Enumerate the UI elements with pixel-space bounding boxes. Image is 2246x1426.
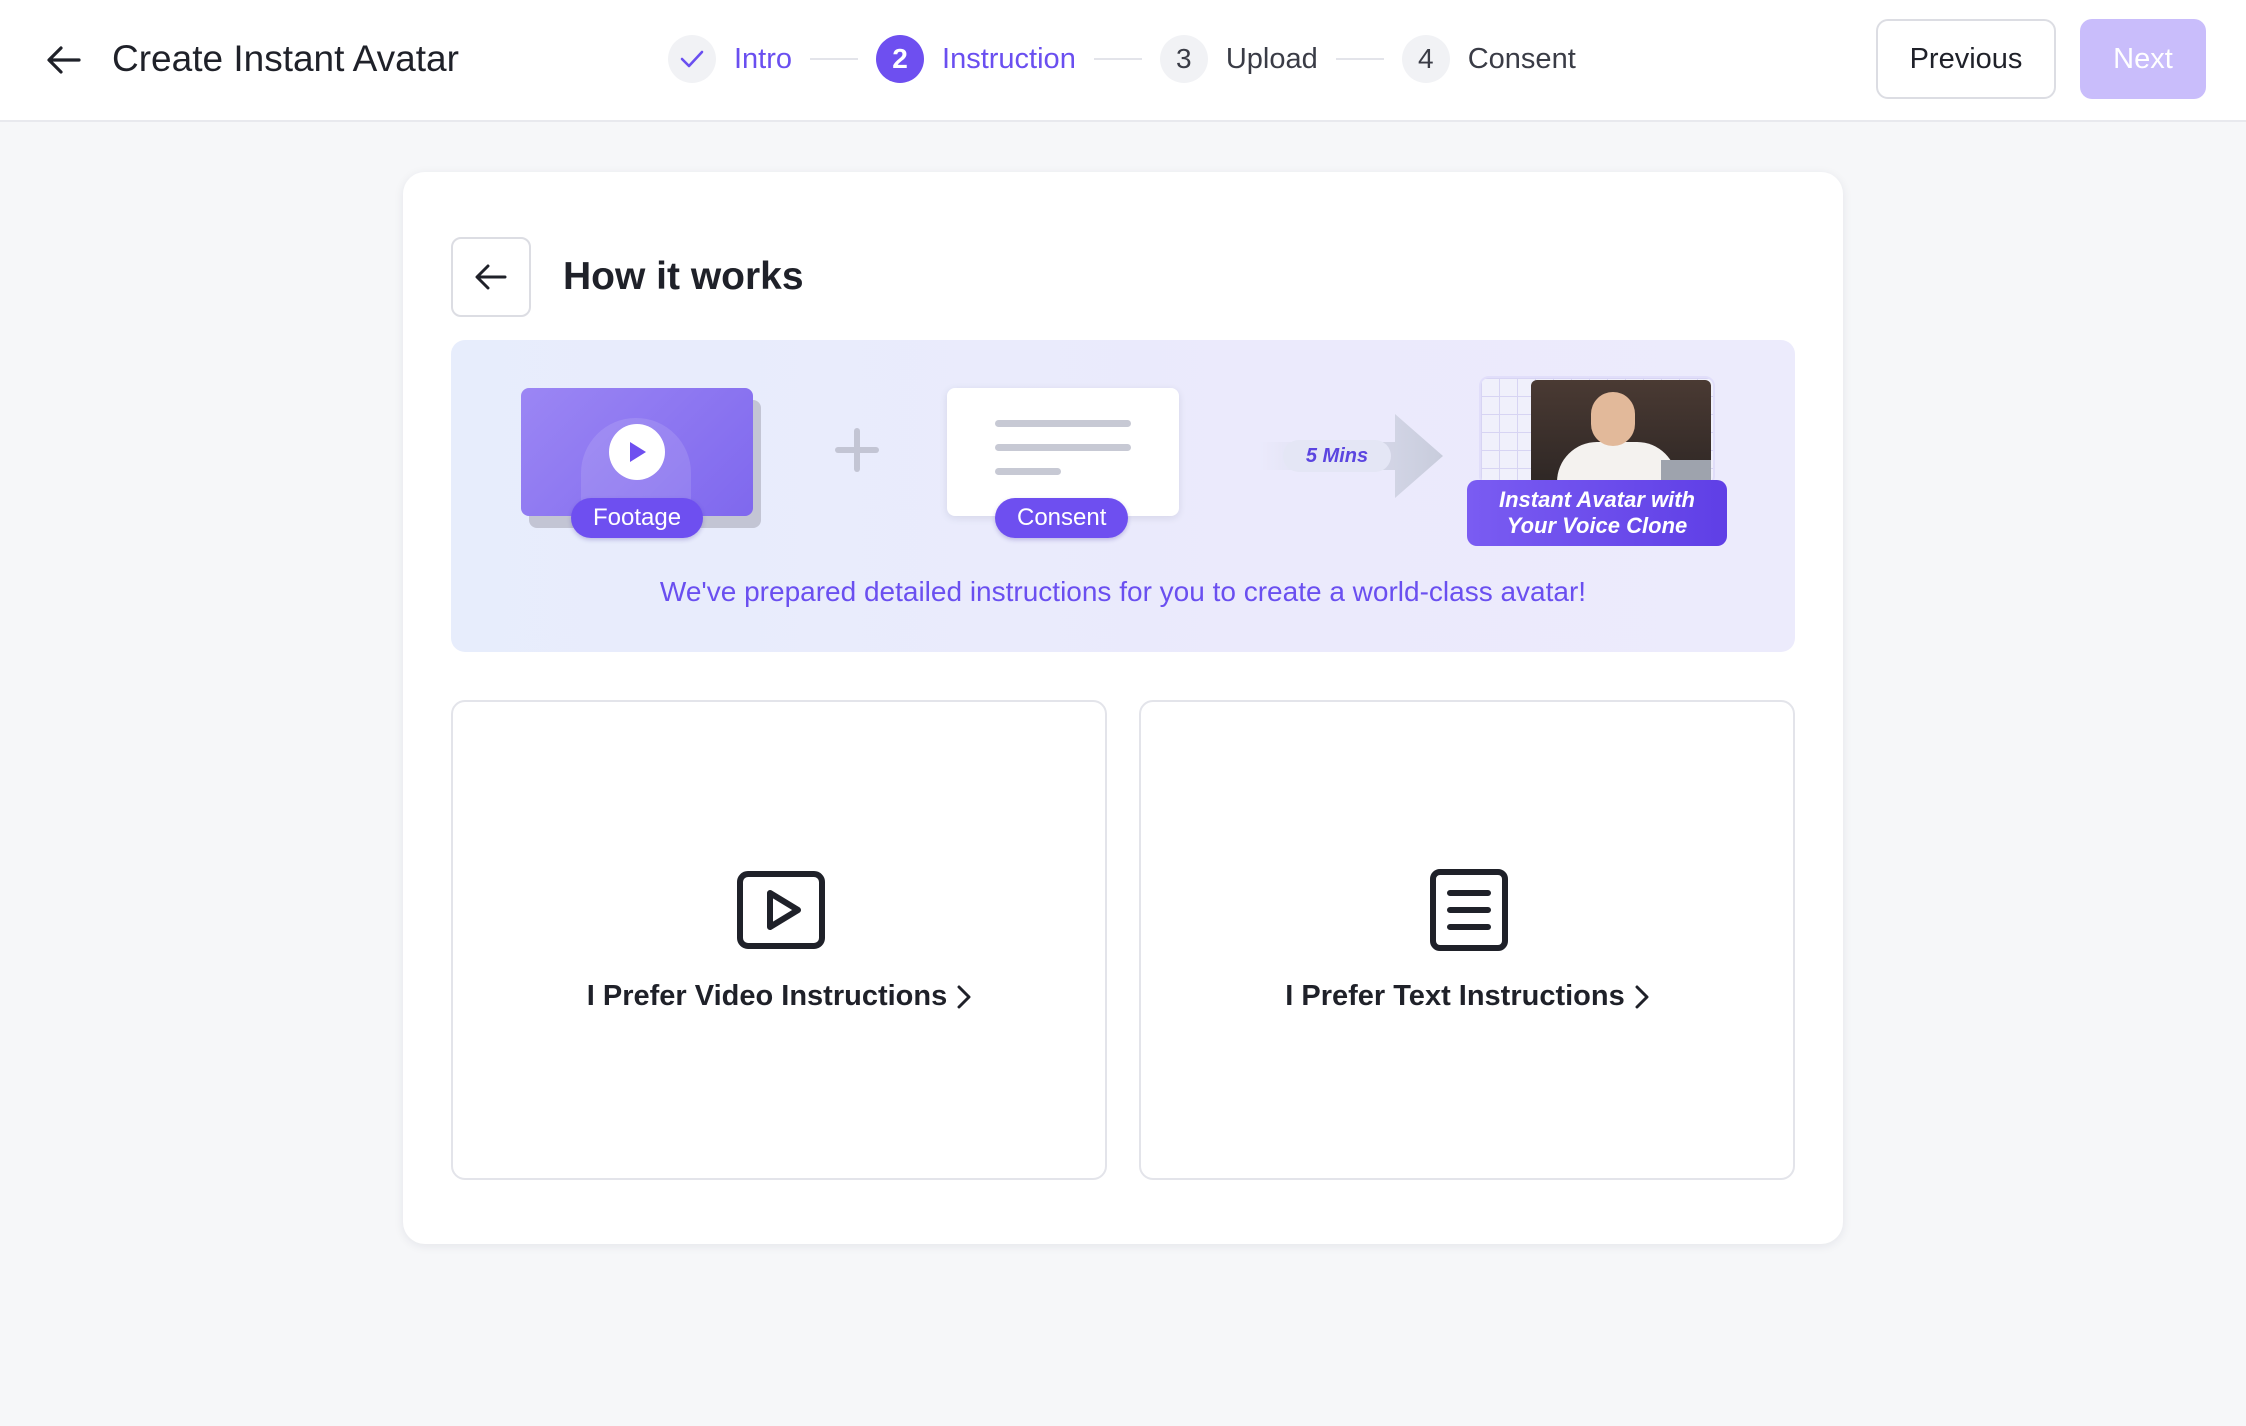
avatar-photo — [1531, 380, 1711, 488]
banner-caption: We've prepared detailed instructions for… — [659, 576, 1587, 607]
document-icon — [1425, 866, 1513, 954]
step-label: Upload — [1225, 42, 1318, 75]
play-icon — [609, 424, 665, 480]
consent-badge: Consent — [995, 498, 1129, 538]
result-badge: Instant Avatar with Your Voice Clone — [1467, 480, 1727, 546]
how-it-works-card: How it works Footage Consent 5 Mins Inst… — [403, 172, 1843, 1244]
doc-line — [995, 420, 1131, 427]
chevron-right-icon — [957, 985, 971, 1008]
top-bar: Create Instant Avatar Intro 2 Instructio… — [0, 0, 2246, 122]
step-intro[interactable]: Intro — [668, 35, 792, 83]
step-instruction[interactable]: 2 Instruction — [876, 35, 1076, 83]
option-label-text: I Prefer Video Instructions — [586, 980, 948, 1012]
step-connector — [1335, 58, 1384, 60]
consent-document-illustration — [947, 388, 1179, 516]
result-line: Instant Avatar with — [1499, 487, 1695, 512]
page-title: Create Instant Avatar — [112, 38, 459, 79]
footage-badge: Footage — [571, 498, 704, 538]
step-number: 2 — [876, 35, 925, 83]
plus-icon — [835, 428, 879, 472]
step-consent[interactable]: 4 Consent — [1401, 35, 1576, 83]
video-play-icon — [737, 866, 825, 954]
back-arrow-icon — [475, 264, 507, 290]
step-number: 3 — [1159, 35, 1208, 83]
step-connector — [1093, 58, 1142, 60]
step-number: 4 — [1401, 35, 1450, 83]
stepper: Intro 2 Instruction 3 Upload 4 Consent — [668, 34, 1576, 84]
option-label: I Prefer Text Instructions — [1141, 980, 1793, 1013]
card-back-button[interactable] — [451, 237, 531, 317]
back-arrow-icon[interactable] — [44, 40, 84, 80]
option-label-text: I Prefer Text Instructions — [1285, 980, 1625, 1012]
result-line: Your Voice Clone — [1506, 513, 1688, 538]
step-label: Instruction — [942, 42, 1076, 75]
doc-line — [995, 468, 1061, 475]
next-button[interactable]: Next — [2080, 19, 2206, 99]
step-label: Intro — [734, 42, 793, 75]
check-icon — [680, 50, 704, 68]
card-title: How it works — [563, 255, 804, 298]
video-instructions-option[interactable]: I Prefer Video Instructions — [451, 700, 1107, 1180]
avatar-head — [1591, 392, 1635, 446]
chevron-right-icon — [1635, 985, 1649, 1008]
text-instructions-option[interactable]: I Prefer Text Instructions — [1139, 700, 1795, 1180]
duration-badge: 5 Mins — [1283, 440, 1391, 472]
doc-line — [995, 444, 1131, 451]
step-upload[interactable]: 3 Upload — [1159, 35, 1318, 83]
step-complete-badge — [668, 35, 716, 83]
step-label: Consent — [1467, 42, 1576, 75]
option-label: I Prefer Video Instructions — [453, 980, 1105, 1013]
previous-button[interactable]: Previous — [1876, 19, 2056, 99]
how-it-works-banner: Footage Consent 5 Mins Instant Avatar wi… — [451, 340, 1795, 652]
step-connector — [810, 58, 859, 60]
